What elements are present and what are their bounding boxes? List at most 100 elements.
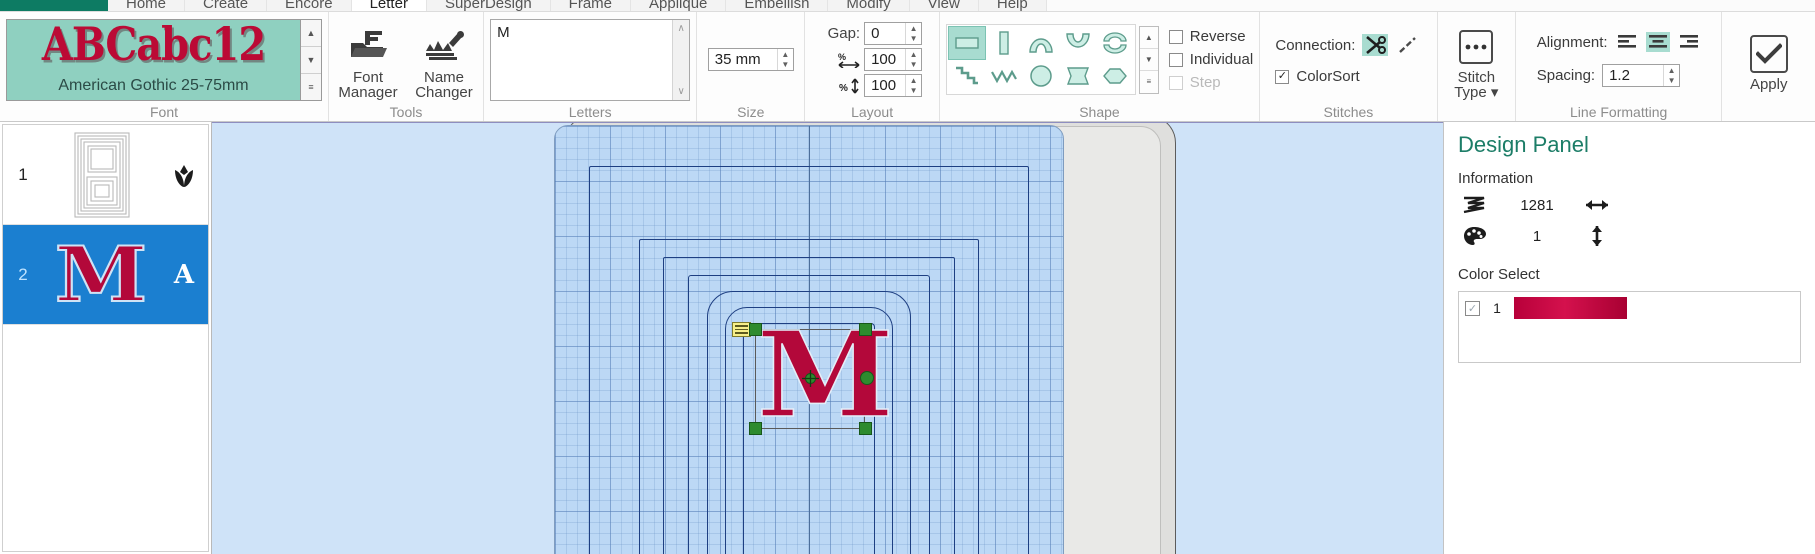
rotate-handle[interactable] [860, 371, 874, 385]
tab-view[interactable]: View [909, 0, 979, 11]
spacing-increment-icon[interactable]: ▲ [1664, 65, 1679, 76]
size-stepper[interactable]: 35 mm ▲ ▼ [707, 48, 794, 71]
shape-gallery[interactable] [945, 24, 1136, 95]
color-index-label: 1 [1493, 300, 1501, 316]
app-menu-button[interactable] [0, 0, 108, 11]
resize-handle-bottom-right[interactable] [859, 422, 872, 435]
color-visibility-checkbox[interactable]: ✓ [1465, 300, 1480, 316]
shape-diagonal-steps[interactable] [949, 60, 985, 92]
individual-checkbox-row[interactable]: Individual [1168, 51, 1253, 68]
percent-width-increment-icon[interactable]: ▲ [906, 49, 921, 60]
font-manager-button[interactable]: Font Manager [332, 20, 404, 100]
spacing-spinner[interactable]: ▲ ▼ [1663, 65, 1679, 86]
shape-circle[interactable] [1023, 60, 1059, 92]
spacing-decrement-icon[interactable]: ▼ [1664, 76, 1679, 87]
running-stitch-icon[interactable] [1395, 34, 1421, 56]
font-scroll-down-button[interactable]: ▼ [301, 46, 321, 74]
group-label-stitch-type [1474, 103, 1478, 121]
shape-gallery-expand-button[interactable]: ≡ [1140, 71, 1158, 92]
spacing-label: Spacing: [1536, 67, 1596, 84]
shape-vertical-line[interactable] [986, 27, 1022, 59]
shape-arch-up[interactable] [1023, 27, 1059, 59]
font-gallery-scroll[interactable]: ▲ ▼ ≡ [301, 18, 322, 101]
gap-stepper[interactable]: 0 ▲ ▼ [864, 22, 923, 45]
hoop-work-area[interactable]: M [554, 125, 1064, 554]
percent-width-stepper[interactable]: 100 ▲ ▼ [864, 48, 923, 71]
percent-height-increment-icon[interactable]: ▲ [906, 75, 921, 86]
letters-input[interactable]: M [491, 20, 672, 100]
letters-input-wrapper[interactable]: M ∧ ∨ [490, 18, 691, 101]
shape-wave[interactable] [986, 60, 1022, 92]
gap-decrement-icon[interactable]: ▼ [906, 34, 921, 45]
align-right-icon[interactable] [1677, 32, 1701, 52]
apply-button[interactable]: Apply [1734, 27, 1804, 92]
shape-scroll-down-button[interactable]: ▼ [1139, 49, 1158, 72]
size-spinner[interactable]: ▲ ▼ [776, 49, 793, 71]
percent-height-spinner[interactable]: ▲ ▼ [905, 75, 921, 96]
resize-handle-top-left[interactable] [749, 323, 762, 336]
tab-embellish[interactable]: Embellish [726, 0, 829, 11]
align-left-icon[interactable] [1615, 32, 1639, 52]
design-canvas[interactable]: M [212, 122, 1443, 554]
colorsort-checkbox[interactable]: ✓ [1275, 69, 1290, 84]
size-increment-icon[interactable]: ▲ [778, 49, 793, 60]
shape-horizontal-line[interactable] [947, 26, 986, 60]
tab-superdesign[interactable]: SuperDesign [426, 0, 551, 11]
size-value[interactable]: 35 mm [709, 49, 777, 70]
resize-handle-top-right[interactable] [859, 323, 872, 336]
list-item[interactable]: 2 M A [3, 225, 208, 325]
align-center-icon[interactable] [1645, 32, 1670, 52]
tab-letter[interactable]: Letter [351, 0, 427, 11]
percent-height-stepper[interactable]: 100 ▲ ▼ [864, 74, 923, 97]
individual-checkbox[interactable] [1168, 52, 1183, 67]
font-scroll-up-button[interactable]: ▲ [301, 19, 321, 47]
tab-encore[interactable]: Encore [267, 0, 352, 11]
tab-home[interactable]: Home [108, 0, 186, 11]
stitch-type-button[interactable]: Stitch Type ▾ [1443, 20, 1509, 100]
shape-double-arc[interactable] [1097, 27, 1133, 59]
shape-arch-down[interactable] [1060, 27, 1096, 59]
spacing-value[interactable]: 1.2 [1603, 65, 1663, 86]
design-panel: Design Panel Information 1281 1 Color Se… [1443, 122, 1815, 554]
letters-scrollbar[interactable]: ∧ ∨ [672, 19, 690, 100]
gap-spinner[interactable]: ▲ ▼ [905, 23, 921, 44]
percent-height-decrement-icon[interactable]: ▼ [906, 86, 921, 97]
tab-modify[interactable]: Modify [828, 0, 910, 11]
group-label-layout: Layout [851, 104, 894, 120]
letters-scroll-down-icon[interactable]: ∨ [678, 86, 685, 97]
group-label-apply [1767, 103, 1771, 121]
ribbon-group-font: ABCabc12 American Gothic 25-75mm ▲ ▼ ≡ F… [0, 12, 329, 121]
spacing-stepper[interactable]: 1.2 ▲ ▼ [1602, 64, 1681, 87]
shape-gallery-scroll[interactable]: ▲ ▼ ≡ [1138, 25, 1159, 94]
tab-applique[interactable]: Applique [631, 0, 727, 11]
tab-create[interactable]: Create [185, 0, 268, 11]
stitch-type-label-line2[interactable]: Type ▾ [1454, 85, 1498, 100]
reverse-checkbox[interactable] [1168, 29, 1183, 44]
color-select-row[interactable]: ✓ 1 [1465, 297, 1794, 319]
font-preview[interactable]: ABCabc12 American Gothic 25-75mm [6, 18, 301, 101]
center-origin-marker[interactable] [802, 370, 819, 387]
gap-increment-icon[interactable]: ▲ [906, 23, 921, 34]
percent-width-spinner[interactable]: ▲ ▼ [905, 49, 921, 70]
color-swatch[interactable] [1514, 297, 1627, 319]
shape-bowtie[interactable] [1060, 60, 1096, 92]
tab-help[interactable]: Help [978, 0, 1047, 11]
gap-value[interactable]: 0 [865, 23, 905, 44]
percent-height-value[interactable]: 100 [865, 75, 905, 96]
height-arrow-icon [1582, 224, 1612, 248]
shape-hexagon[interactable] [1097, 60, 1133, 92]
tab-frame[interactable]: Frame [550, 0, 631, 11]
list-item[interactable]: 1 [3, 125, 208, 225]
font-gallery-expand-button[interactable]: ≡ [301, 73, 321, 100]
resize-handle-bottom-left[interactable] [749, 422, 762, 435]
font-manager-label-line1: Font [352, 68, 383, 86]
name-changer-button[interactable]: Name Changer [408, 20, 480, 100]
shape-scroll-up-button[interactable]: ▲ [1139, 27, 1158, 49]
letters-scroll-up-icon[interactable]: ∧ [678, 23, 685, 34]
percent-width-decrement-icon[interactable]: ▼ [906, 60, 921, 71]
reverse-checkbox-row[interactable]: Reverse [1168, 28, 1253, 45]
size-decrement-icon[interactable]: ▼ [778, 60, 793, 71]
percent-width-value[interactable]: 100 [865, 49, 905, 70]
scissors-icon[interactable] [1362, 34, 1389, 56]
colorsort-checkbox-row[interactable]: ✓ ColorSort [1275, 68, 1421, 85]
